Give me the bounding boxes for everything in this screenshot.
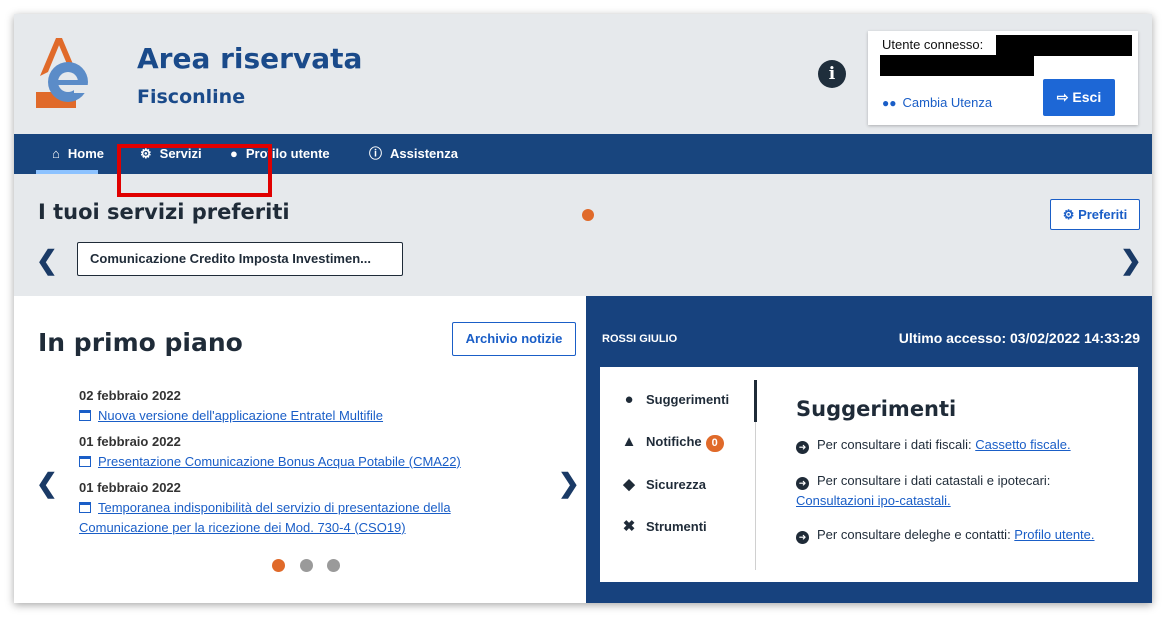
sidebar-label: Sicurezza (646, 477, 706, 492)
carousel-dot[interactable] (327, 559, 340, 572)
nav-home-label: Home (67, 146, 104, 161)
news-link[interactable]: Presentazione Comunicazione Bonus Acqua … (79, 452, 529, 472)
suggestion-item: ➜ Per consultare i dati fiscali: Cassetto… (796, 435, 1132, 455)
sidebar-label: Strumenti (646, 519, 707, 534)
info-icon: ⓘ (369, 146, 383, 161)
chevron-right-icon[interactable]: ❯ (558, 468, 580, 499)
logout-icon: ⇨ (1056, 89, 1069, 105)
nav-item-assistenza[interactable]: ⓘ Assistenza (369, 134, 458, 174)
preferiti-button[interactable]: ⚙ Preferiti (1050, 199, 1140, 230)
chevron-right-icon[interactable]: ❯ (1120, 245, 1142, 276)
sidebar-label: Suggerimenti (646, 392, 730, 407)
suggestion-item: ➜ Per consultare deleghe e contatti: Prof… (796, 525, 1132, 545)
user-name: ROSSI GIULIO (602, 333, 678, 345)
window-icon (79, 456, 91, 467)
suggestion-link[interactable]: Consultazioni ipo-catastali. (796, 493, 951, 508)
suggestion-text: Per consultare deleghe e contatti: (817, 527, 1015, 542)
preferiti-label: Preferiti (1078, 207, 1128, 222)
panel-content: ● Suggerimenti ▲ Notifiche 0 ◆ Sicurezza ✖ St… (600, 367, 1138, 582)
news-title: In primo piano (38, 328, 243, 357)
page-title: Area riservata (137, 42, 363, 75)
favorites-title: I tuoi servizi preferiti (38, 200, 290, 224)
news-date: 01 febbraio 2022 (79, 480, 181, 495)
page-subtitle: Fisconline (137, 86, 246, 108)
last-access: Ultimo accesso: 03/02/2022 14:33:29 (898, 330, 1140, 346)
sidebar-item-sicurezza[interactable]: ◆ Sicurezza (618, 475, 706, 493)
arrow-right-icon: ➜ (796, 477, 809, 490)
news-link[interactable]: Temporanea indisponibilità del servizio … (79, 498, 509, 538)
carousel-dot-active[interactable] (272, 559, 285, 572)
active-nav-indicator (36, 170, 98, 174)
shield-icon: ◆ (623, 476, 635, 493)
user-box: Utente connesso: ●● Cambia Utenza ⇨ Esci (868, 31, 1138, 125)
sidebar-item-suggerimenti[interactable]: ● Suggerimenti (618, 391, 729, 408)
carousel-dot[interactable] (300, 559, 313, 572)
news-section: In primo piano Archivio notizie 02 febbr… (14, 296, 586, 603)
archivio-notizie-button[interactable]: Archivio notizie (452, 322, 576, 356)
bell-icon: ▲ (621, 433, 637, 450)
suggestion-text: Per consultare i dati catastali e ipotec… (817, 473, 1051, 488)
users-icon: ●● (882, 96, 897, 110)
suggestion-item: ➜ Per consultare i dati catastali e ipote… (796, 471, 1132, 511)
tools-icon: ✖ (622, 518, 636, 535)
logout-label: Esci (1072, 89, 1102, 105)
active-tab-indicator (754, 380, 757, 422)
home-icon: ⌂ (52, 146, 60, 161)
sidebar-item-strumenti[interactable]: ✖ Strumenti (618, 517, 707, 535)
cambia-utenza-label: Cambia Utenza (902, 95, 993, 110)
header: Area riservata Fisconline i Utente conne… (14, 14, 1152, 134)
carousel-dot[interactable] (582, 209, 594, 221)
cambia-utenza-link[interactable]: ●● Cambia Utenza (882, 95, 992, 110)
suggestions-title: Suggerimenti (796, 397, 957, 421)
favorite-service-card[interactable]: Comunicazione Credito Imposta Investimen… (77, 242, 403, 276)
browser-page: Area riservata Fisconline i Utente conne… (14, 14, 1152, 603)
nav-item-home[interactable]: ⌂ Home (52, 134, 104, 174)
notification-badge: 0 (705, 435, 724, 452)
arrow-right-icon: ➜ (796, 531, 809, 544)
redacted-username-line2 (880, 55, 1034, 76)
news-date: 01 febbraio 2022 (79, 434, 181, 449)
lightbulb-icon: ● (624, 391, 634, 408)
news-link-label: Nuova versione dell'applicazione Entrate… (98, 408, 384, 423)
suggestion-text: Per consultare i dati fiscali: (817, 437, 976, 452)
connected-user-label: Utente connesso: (882, 37, 984, 52)
chevron-left-icon[interactable]: ❮ (36, 468, 58, 499)
info-icon[interactable]: i (818, 60, 846, 88)
logout-button[interactable]: ⇨ Esci (1043, 79, 1115, 116)
redacted-username (996, 35, 1132, 56)
suggestion-link[interactable]: Profilo utente. (1014, 527, 1094, 542)
chevron-left-icon[interactable]: ❮ (36, 245, 58, 276)
window-icon (79, 502, 91, 513)
arrow-right-icon: ➜ (796, 441, 809, 454)
suggestion-link[interactable]: Cassetto fiscale. (975, 437, 1070, 452)
highlight-box (117, 144, 272, 197)
news-link-label: Temporanea indisponibilità del servizio … (79, 500, 451, 535)
nav-assistenza-label: Assistenza (390, 146, 458, 161)
sidebar-label: Notifiche (646, 434, 702, 449)
user-panel: ROSSI GIULIO Ultimo accesso: 03/02/2022 … (586, 296, 1152, 603)
gear-icon: ⚙ (1062, 207, 1075, 222)
news-date: 02 febbraio 2022 (79, 388, 181, 403)
agenzia-entrate-logo (36, 38, 90, 108)
news-link-label: Presentazione Comunicazione Bonus Acqua … (98, 454, 461, 469)
sidebar-item-notifiche[interactable]: ▲ Notifiche 0 (618, 433, 724, 452)
window-icon (79, 410, 91, 421)
news-link[interactable]: Nuova versione dell'applicazione Entrate… (79, 406, 529, 426)
